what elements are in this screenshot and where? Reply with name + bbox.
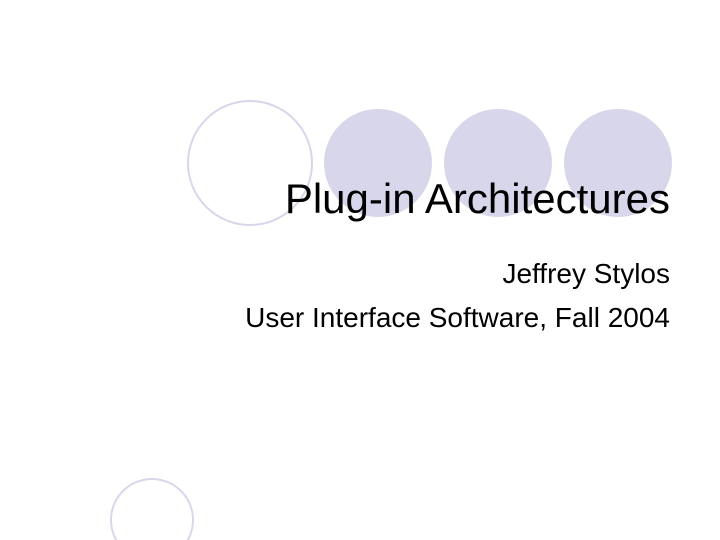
slide-title: Plug-in Architectures [110,175,670,223]
decorative-circle-outline-bottom [110,478,194,540]
slide-course: User Interface Software, Fall 2004 [110,302,670,334]
presentation-slide: Plug-in Architectures Jeffrey Stylos Use… [0,0,720,540]
slide-author: Jeffrey Stylos [110,258,670,290]
